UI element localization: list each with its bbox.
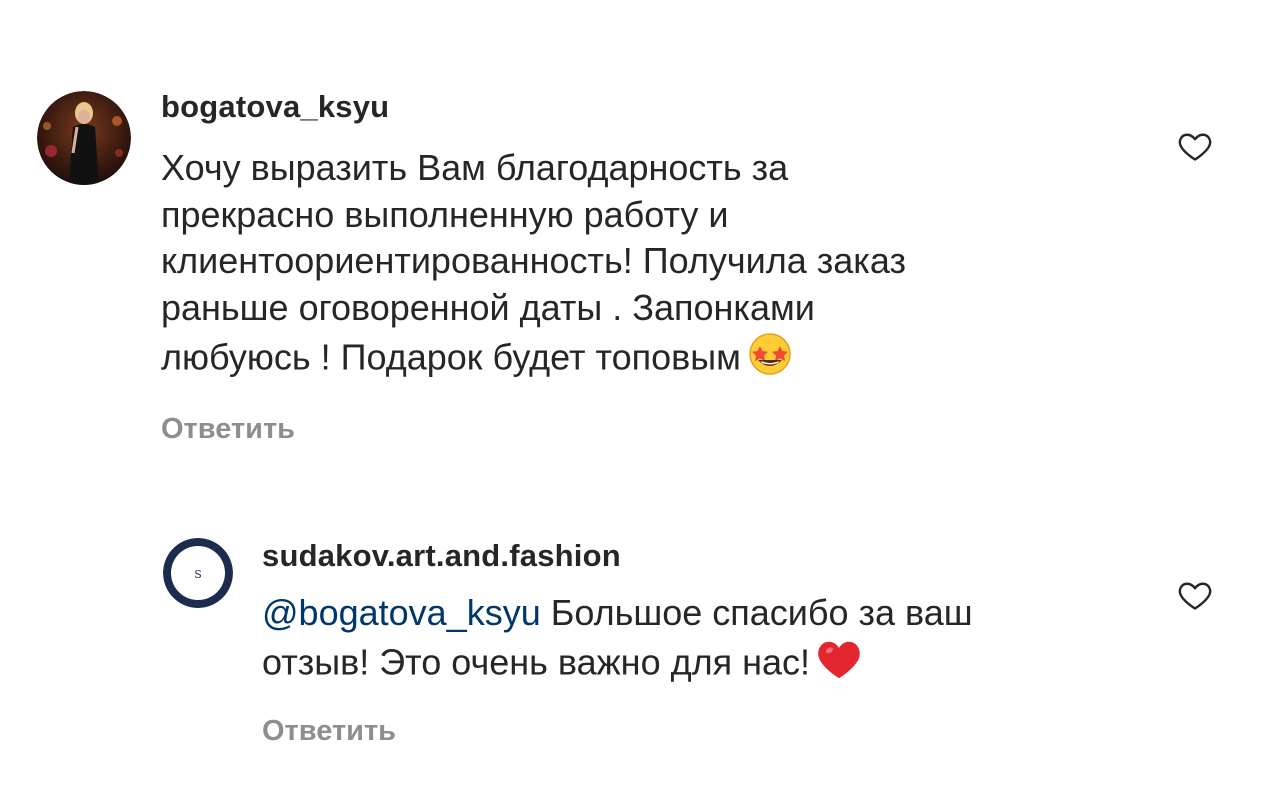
comment-username[interactable]: sudakov.art.and.fashion <box>262 538 621 574</box>
avatar-photo-icon <box>37 91 131 185</box>
brand-avatar[interactable]: S <box>163 538 233 608</box>
red-heart-emoji-icon <box>816 637 862 693</box>
comment-item: bogatova_ksyu Хочу выразить Вам благодар… <box>0 0 1284 470</box>
comment-text: Хочу выразить Вам благодарность за прекр… <box>161 145 1121 389</box>
heart-outline-icon[interactable] <box>1176 577 1214 613</box>
brand-letter: S <box>194 568 202 581</box>
reply-button[interactable]: Ответить <box>262 715 396 748</box>
user-avatar[interactable] <box>37 91 131 185</box>
brand-logo-icon: S <box>163 538 233 608</box>
comment-username[interactable]: bogatova_ksyu <box>161 89 389 125</box>
heart-outline-icon[interactable] <box>1176 128 1214 164</box>
mention-link[interactable]: @bogatova_ksyu <box>262 592 541 633</box>
comment-text: @bogatova_ksyu Большое спасибо за ваш от… <box>262 590 1162 692</box>
comment-item: S sudakov.art.and.fashion @bogatova_ksyu… <box>0 470 1284 809</box>
comment-body: Хочу выразить Вам благодарность за прекр… <box>161 147 906 378</box>
reply-button[interactable]: Ответить <box>161 413 295 446</box>
star-struck-emoji-icon <box>747 331 793 389</box>
